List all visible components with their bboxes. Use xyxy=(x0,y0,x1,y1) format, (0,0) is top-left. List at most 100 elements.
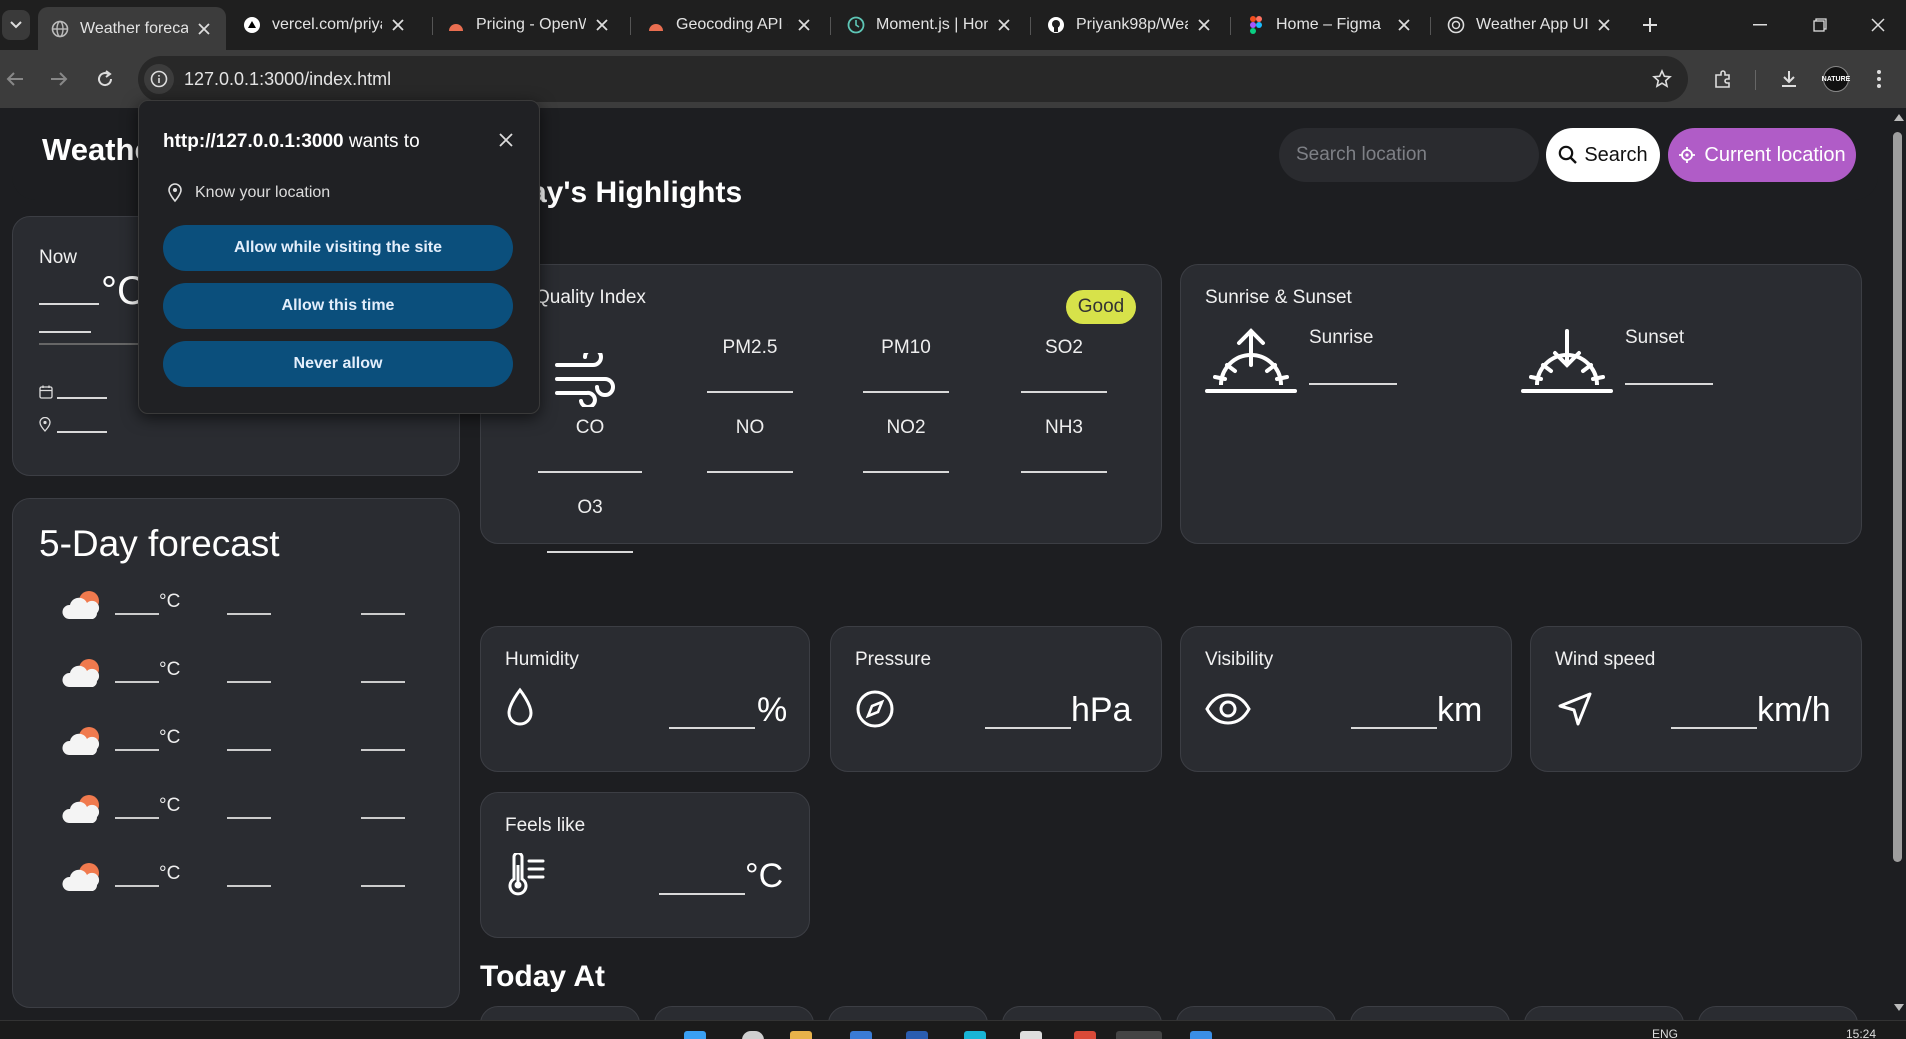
vscode-icon[interactable] xyxy=(1190,1031,1212,1039)
permission-request-row: Know your location xyxy=(167,183,330,203)
forecast-row: °C xyxy=(61,725,411,765)
downloads-button[interactable] xyxy=(1774,64,1804,94)
never-allow-button[interactable]: Never allow xyxy=(163,341,513,387)
sun-title: Sunrise & Sunset xyxy=(1205,287,1352,308)
clock-icon xyxy=(846,15,866,35)
language-indicator[interactable]: ENG xyxy=(1652,1027,1678,1039)
start-icon[interactable] xyxy=(684,1031,706,1039)
minimize-button[interactable] xyxy=(1740,10,1780,40)
search-button[interactable]: Search xyxy=(1546,128,1660,182)
extensions-button[interactable] xyxy=(1708,64,1738,94)
bookmark-button[interactable] xyxy=(1650,67,1674,91)
site-info-button[interactable] xyxy=(144,64,174,94)
hourly-card xyxy=(1698,1006,1858,1020)
openweather-icon xyxy=(646,15,666,35)
search-icon xyxy=(1559,145,1578,164)
close-icon[interactable] xyxy=(994,15,1014,35)
close-icon xyxy=(499,133,513,147)
pressure-title: Pressure xyxy=(855,649,932,670)
current-date xyxy=(57,397,107,399)
address-bar[interactable]: 127.0.0.1:3000/index.html xyxy=(138,56,1688,102)
mail-icon[interactable] xyxy=(850,1031,872,1039)
arrow-left-icon xyxy=(6,72,23,86)
visibility-title: Visibility xyxy=(1205,649,1274,670)
forecast-row: °C xyxy=(61,657,411,697)
hourly-card xyxy=(1176,1006,1336,1020)
restore-button[interactable] xyxy=(1800,10,1840,40)
location-permission-dialog: http://127.0.0.1:3000 wants to Know your… xyxy=(138,100,540,414)
sunrise-sunset-card: Sunrise & Sunset Sunrise Sunset xyxy=(1180,264,1862,544)
chevron-down-icon xyxy=(10,21,22,29)
tab-vercel[interactable]: vercel.com/priya xyxy=(230,7,420,43)
word-icon[interactable] xyxy=(906,1031,928,1039)
cloud-sun-icon xyxy=(62,727,100,755)
close-icon[interactable] xyxy=(1594,15,1614,35)
tab-separator xyxy=(432,17,433,35)
page-scrollbar[interactable] xyxy=(1890,108,1906,1020)
close-icon[interactable] xyxy=(1194,15,1214,35)
current-location-button[interactable]: Current location xyxy=(1668,128,1856,182)
app-icon[interactable] xyxy=(1074,1031,1096,1039)
tab-weather-app-ui[interactable]: Weather App UI xyxy=(1434,7,1626,43)
new-tab-button[interactable] xyxy=(1637,12,1663,38)
forward-button[interactable] xyxy=(44,64,74,94)
forecast-temp-value xyxy=(115,885,159,887)
scroll-thumb[interactable] xyxy=(1893,132,1902,862)
back-button[interactable] xyxy=(0,64,30,94)
tab-momentjs[interactable]: Moment.js | Hon xyxy=(834,7,1026,43)
menu-button[interactable] xyxy=(1864,64,1894,94)
close-icon[interactable] xyxy=(388,15,408,35)
close-icon[interactable] xyxy=(1394,15,1414,35)
permission-title: http://127.0.0.1:3000 wants to xyxy=(163,131,420,153)
close-icon[interactable] xyxy=(794,15,814,35)
cloud-sun-icon xyxy=(62,659,100,687)
tab-github-repo[interactable]: Priyank98p/Wea xyxy=(1034,7,1226,43)
forecast-row: °C xyxy=(61,793,411,833)
plus-icon xyxy=(1643,18,1657,32)
pressure-card: Pressure hPa xyxy=(830,626,1162,772)
location-pin-icon xyxy=(39,417,51,432)
close-window-button[interactable] xyxy=(1858,10,1898,40)
tab-separator xyxy=(1430,17,1431,35)
feels-like-title: Feels like xyxy=(505,815,586,836)
tab-geocoding-api[interactable]: Geocoding API - xyxy=(634,7,826,43)
search-icon[interactable] xyxy=(742,1031,764,1039)
tab-weather-forecast[interactable]: Weather forecast xyxy=(38,7,226,50)
arrow-right-icon xyxy=(51,72,68,86)
current-location-label: Current location xyxy=(1704,143,1846,166)
wind-speed-value xyxy=(1671,727,1757,729)
visibility-value xyxy=(1351,727,1437,729)
feels-like-card: Feels like °C xyxy=(480,792,810,938)
tab-openweather-pricing[interactable]: Pricing - OpenW xyxy=(434,7,624,43)
aqi-pollutant-label: O3 xyxy=(577,497,603,518)
allow-this-time-button[interactable]: Allow this time xyxy=(163,283,513,329)
figma-icon xyxy=(1246,15,1266,35)
tab-strip: Weather forecast vercel.com/priya Pricin… xyxy=(0,0,1906,50)
reload-button[interactable] xyxy=(90,64,120,94)
hourly-card xyxy=(1524,1006,1684,1020)
aqi-pollutant-label: NH3 xyxy=(1044,417,1083,438)
file-explorer-icon[interactable] xyxy=(790,1031,812,1039)
close-icon[interactable] xyxy=(592,15,612,35)
scroll-up-arrow[interactable] xyxy=(1894,114,1904,121)
chrome-icon[interactable] xyxy=(1116,1031,1162,1039)
app-icon[interactable] xyxy=(1020,1031,1042,1039)
close-icon[interactable] xyxy=(194,19,214,39)
hourly-card xyxy=(480,1006,640,1020)
aqi-pollutant-label: NO2 xyxy=(886,417,926,438)
tab-separator xyxy=(1230,17,1231,35)
tab-separator xyxy=(1030,17,1031,35)
compass-icon xyxy=(856,690,894,728)
search-input[interactable] xyxy=(1279,128,1539,182)
eye-icon xyxy=(1205,693,1251,725)
profile-avatar[interactable]: NATURE xyxy=(1822,66,1850,92)
allow-while-visiting-button[interactable]: Allow while visiting the site xyxy=(163,225,513,271)
aqi-pollutant-value xyxy=(863,391,949,393)
tab-search-button[interactable] xyxy=(2,10,30,40)
store-icon[interactable] xyxy=(964,1031,986,1039)
cloud-sun-icon xyxy=(62,863,100,891)
permission-close-button[interactable] xyxy=(495,129,517,151)
scroll-down-arrow[interactable] xyxy=(1894,1004,1904,1011)
tab-figma-home[interactable]: Home – Figma xyxy=(1234,7,1426,43)
taskbar-clock[interactable]: 15:24 xyxy=(1846,1027,1876,1039)
